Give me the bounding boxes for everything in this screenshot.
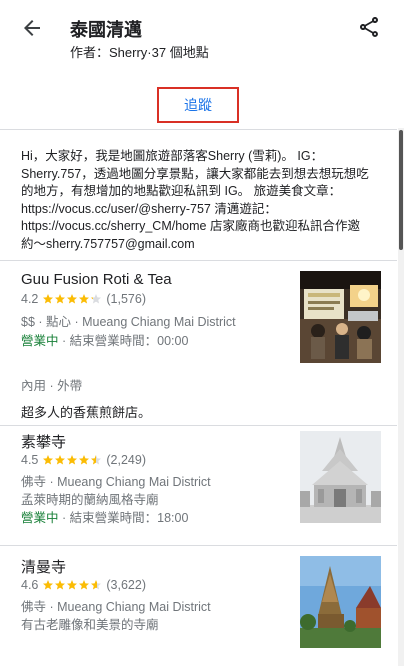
place-category: 佛寺 · Mueang Chiang Mai District: [21, 475, 211, 489]
star-icon: [67, 455, 78, 465]
star-icon: [43, 455, 54, 465]
rating-value: 4.5: [21, 453, 39, 467]
closing-time: · 結束營業時間：18:00: [58, 511, 189, 525]
star-icon: [79, 294, 90, 304]
place-photo[interactable]: [300, 271, 381, 363]
place-description: 有古老雕像和美景的寺廟: [21, 618, 159, 632]
share-icon[interactable]: [357, 15, 381, 39]
rating-row: 4.6 (3,622): [21, 578, 146, 592]
service-options: 內用 · 外帶: [21, 379, 83, 393]
rating-row: 4.2 (1,576): [21, 292, 146, 306]
star-icon: [43, 294, 54, 304]
open-status: 營業中 · 結束營業時間：00:00: [21, 330, 188, 349]
list-description: Hi，大家好，我是地圖旅遊部落客Sherry (雪莉)。 IG：Sherry.7…: [21, 149, 369, 251]
review-count: (2,249): [106, 453, 146, 467]
follow-button[interactable]: 追蹤: [159, 89, 237, 121]
list-subtitle: 作者：Sherry·37 個地點: [70, 45, 209, 60]
place-description: 孟萊時期的蘭納風格寺廟: [21, 493, 159, 507]
place-name[interactable]: Guu Fusion Roti & Tea: [21, 271, 172, 288]
open-status: 營業中 · 結束營業時間：18:00: [21, 507, 188, 526]
star-icon: [55, 455, 66, 465]
header: 泰國清邁 作者：Sherry·37 個地點: [0, 0, 404, 72]
star-icon: [79, 455, 90, 465]
star-icon: [67, 294, 78, 304]
star-rating: [42, 454, 102, 466]
rating-value: 4.6: [21, 578, 39, 592]
place-name[interactable]: 素攀寺: [21, 431, 66, 452]
review-count: (1,576): [106, 292, 146, 306]
follow-highlight-box: 追蹤: [157, 87, 239, 123]
back-arrow-icon[interactable]: [20, 16, 44, 40]
open-now-label: 營業中: [21, 511, 59, 525]
closing-time: · 結束營業時間：00:00: [58, 334, 189, 348]
star-icon: [91, 455, 102, 465]
rating-value: 4.2: [21, 292, 39, 306]
star-rating: [42, 579, 102, 591]
star-rating: [42, 293, 102, 305]
star-icon: [55, 580, 66, 590]
place-category: 佛寺 · Mueang Chiang Mai District: [21, 600, 211, 614]
place-photo[interactable]: [300, 556, 381, 648]
place-category: $$ · 點心 · Mueang Chiang Mai District: [21, 315, 236, 329]
star-icon: [79, 580, 90, 590]
divider: [0, 260, 397, 261]
place-photo[interactable]: [300, 431, 381, 523]
open-now-label: 營業中: [21, 334, 59, 348]
review-count: (3,622): [106, 578, 146, 592]
scrollbar-thumb[interactable]: [399, 130, 403, 250]
star-icon: [91, 580, 102, 590]
divider: [0, 129, 397, 130]
star-icon: [91, 294, 102, 304]
divider: [0, 545, 397, 546]
star-icon: [55, 294, 66, 304]
place-name[interactable]: 清曼寺: [21, 556, 66, 577]
divider: [0, 425, 397, 426]
user-note: 超多人的香蕉煎餅店。: [21, 405, 152, 420]
star-icon: [43, 580, 54, 590]
star-icon: [67, 580, 78, 590]
rating-row: 4.5 (2,249): [21, 453, 146, 467]
list-title: 泰國清邁: [70, 20, 142, 40]
